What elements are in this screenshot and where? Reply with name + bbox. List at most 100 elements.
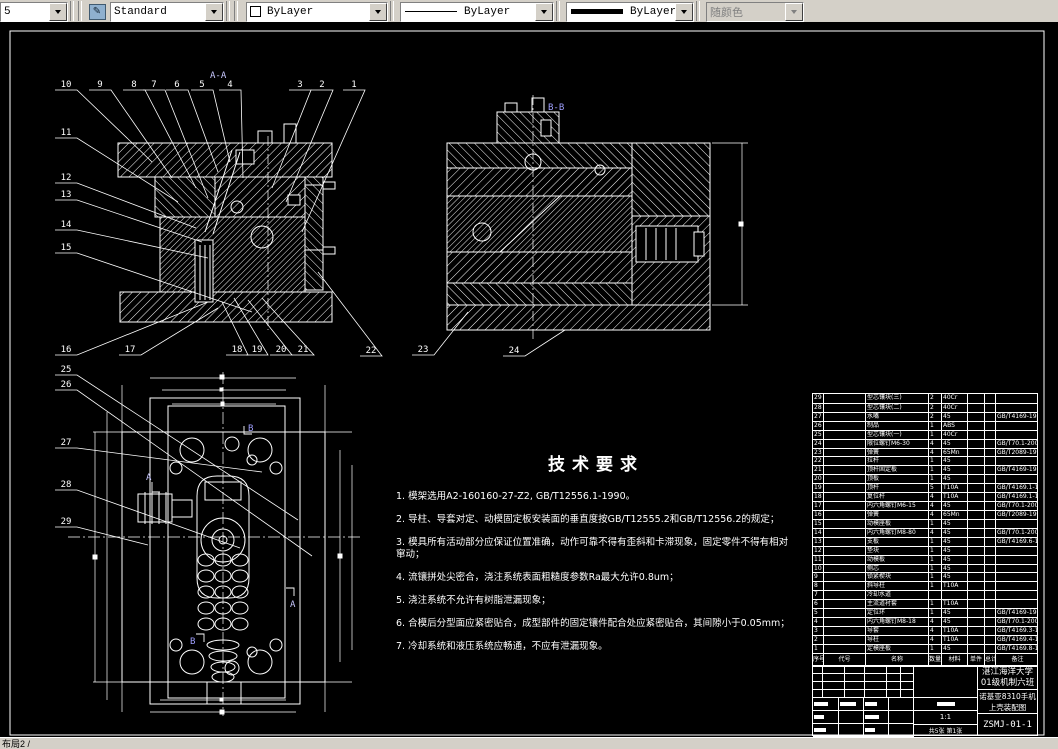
layout-tab[interactable]: 布局2 / xyxy=(2,739,30,749)
parts-cell xyxy=(824,591,866,600)
parts-cell: 45 xyxy=(942,502,968,510)
tech-requirements: 技术要求 1. 模架选用A2-160160-27-Z2, GB/T12556.1… xyxy=(396,450,796,664)
chevron-down-icon[interactable] xyxy=(205,2,223,21)
parts-cell: 侧芯 xyxy=(866,564,929,573)
parts-cell xyxy=(985,403,996,412)
parts-header-cell: 名称 xyxy=(866,653,929,666)
label-bb: B-B xyxy=(548,103,564,113)
parts-cell xyxy=(824,618,866,626)
parts-cell xyxy=(824,412,866,421)
parts-cell: T10A xyxy=(942,582,968,591)
callout-9: 9 xyxy=(97,80,102,90)
parts-cell xyxy=(985,421,996,430)
parts-row: 1定模座板145GB/T4169.8-1984 xyxy=(813,643,1037,653)
callout-7: 7 xyxy=(151,80,156,90)
callout-1: 1 xyxy=(351,80,356,90)
layer-combo-value: 5 xyxy=(4,5,11,18)
parts-cell: 40Cr xyxy=(942,430,968,439)
parts-cell: 4 xyxy=(929,448,942,457)
plotstyle-combo-value: 随颜色 xyxy=(710,7,743,20)
tech-item: 6. 合模后分型面应紧密贴合，成型部件的固定镶件配合处应紧密贴合，其间隙小于0.… xyxy=(396,618,790,629)
scale-column: 1:1 共5张 第1张 xyxy=(914,698,977,737)
chevron-down-icon[interactable] xyxy=(369,2,387,21)
style-combo[interactable]: Standard xyxy=(110,1,224,22)
parts-cell xyxy=(996,457,1037,465)
parts-cell xyxy=(824,519,866,528)
parts-cell: 型芯镶块(三) xyxy=(866,394,929,403)
parts-cell: 斜导柱 xyxy=(866,582,929,591)
parts-cell: 19 xyxy=(813,484,824,493)
color-combo[interactable]: ByLayer xyxy=(246,1,388,22)
chevron-down-icon[interactable] xyxy=(49,2,67,21)
parts-cell: 9 xyxy=(813,573,824,582)
parts-cell xyxy=(968,546,985,555)
parts-cell: 17 xyxy=(813,502,824,510)
linetype-combo[interactable]: ByLayer xyxy=(400,1,554,22)
parts-cell xyxy=(968,394,985,403)
parts-row: 24 限位螺钉M6-30445 GB/T70.1-2000 xyxy=(813,438,1037,448)
parts-cell xyxy=(968,519,985,528)
parts-cell xyxy=(996,582,1037,590)
chevron-down-icon[interactable] xyxy=(535,2,553,21)
callout-16: 16 xyxy=(61,345,72,355)
drawing-title-line2: 上壳装配图 xyxy=(988,702,1027,712)
parts-cell xyxy=(824,528,866,537)
parts-row: 17 内六角螺钉M6-15445 GB/T70.1-2000 xyxy=(813,501,1037,510)
parts-cell xyxy=(824,430,866,439)
parts-cell: 2 xyxy=(813,635,824,644)
stamp-box xyxy=(914,666,977,697)
toolbar-separator xyxy=(696,1,700,21)
parts-cell xyxy=(985,439,996,448)
parts-cell xyxy=(985,537,996,546)
parts-cell xyxy=(985,618,996,626)
parts-cell xyxy=(996,565,1037,573)
parts-cell: 型芯镶块(二) xyxy=(866,403,929,412)
parts-cell xyxy=(824,457,866,466)
parts-cell: 15 xyxy=(813,519,824,528)
color-swatch-icon xyxy=(250,6,261,17)
parts-cell xyxy=(968,412,985,421)
lineweight-combo[interactable]: ByLayer xyxy=(566,1,694,22)
app-toolbar: 5 ✎ Standard ByLayer ByLayer ByLayer 随颜色 xyxy=(0,0,1058,22)
drawing-number: ZSMJ-01-1 xyxy=(983,719,1032,730)
lineweight-icon xyxy=(571,9,623,14)
parts-cell xyxy=(996,600,1037,608)
lineweight-combo-value: ByLayer xyxy=(630,5,675,18)
parts-cell xyxy=(824,421,866,430)
parts-cell xyxy=(968,403,985,412)
status-bar: 布局2 / xyxy=(0,737,1058,749)
parts-cell: 弹簧 xyxy=(866,448,929,457)
parts-cell: 冷却水道 xyxy=(866,591,929,600)
parts-header-cell: 单件 xyxy=(968,653,985,666)
chevron-down-icon[interactable] xyxy=(675,2,693,21)
label-a1: A xyxy=(146,473,152,483)
parts-cell: 7 xyxy=(813,591,824,600)
tech-item: 1. 模架选用A2-160160-27-Z2, GB/T12556.1-1990… xyxy=(396,491,636,502)
app-window: 5 ✎ Standard ByLayer ByLayer ByLayer 随颜色… xyxy=(0,0,1058,749)
parts-cell xyxy=(996,573,1037,581)
parts-cell xyxy=(968,466,985,475)
callout-2: 2 xyxy=(319,80,324,90)
school-line1: 湛江海洋大学 xyxy=(981,666,1033,677)
parts-row: 9 锁紧楔块 1 45 xyxy=(813,572,1037,582)
parts-cell: 4 xyxy=(929,528,942,537)
label-b1: B xyxy=(248,424,253,434)
parts-cell xyxy=(968,573,985,582)
text-style-icon[interactable]: ✎ xyxy=(86,1,108,22)
parts-cell: 2 xyxy=(929,403,942,412)
parts-cell: 水嘴 xyxy=(866,412,929,421)
tech-title: 技术要求 xyxy=(548,455,644,474)
parts-cell xyxy=(985,394,996,403)
parts-cell: 限位螺钉M6-30 xyxy=(866,439,929,448)
tech-item: 4. 流镶拼处尖密合，浇注系统表面粗糙度参数Ra最大允许0.8um； xyxy=(396,572,679,583)
parts-cell xyxy=(996,422,1037,430)
parts-cell: 45 xyxy=(942,546,968,555)
parts-row: 28 型芯镶块(二) 2 40Cr xyxy=(813,402,1037,412)
tech-item: 7. 冷却系统和液压系统应畅通，不应有泄漏现象。 xyxy=(396,641,608,652)
parts-cell: 11 xyxy=(813,555,824,564)
layer-combo[interactable]: 5 xyxy=(0,1,68,22)
parts-cell xyxy=(968,448,985,457)
parts-row: 23 弹簧465Mn GB/T2089-1994 xyxy=(813,447,1037,457)
parts-cell xyxy=(985,600,996,609)
parts-cell xyxy=(824,466,866,475)
